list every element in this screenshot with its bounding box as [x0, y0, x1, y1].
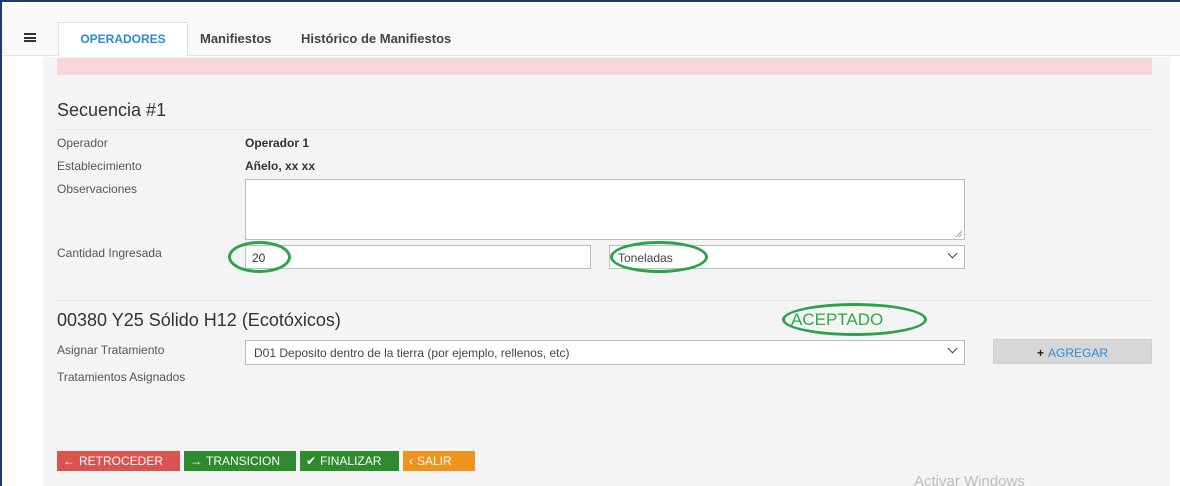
- exit-label: SALIR: [417, 454, 452, 468]
- tab-operadores[interactable]: OPERADORES: [58, 22, 188, 56]
- add-treatment-label: AGREGAR: [1048, 346, 1109, 360]
- window-left-border: [0, 0, 2, 486]
- transition-label: TRANSICION: [206, 454, 281, 468]
- assign-treatment-label: Asignar Tratamiento: [57, 343, 165, 357]
- divider: [57, 129, 1152, 130]
- hamburger-menu-icon[interactable]: [24, 33, 36, 42]
- back-label: RETROCEDER: [79, 454, 164, 468]
- transition-button[interactable]: → TRANSICION: [184, 451, 296, 471]
- window-top-border: [0, 0, 1180, 6]
- residue-title: 00380 Y25 Sólido H12 (Ecotóxicos): [57, 310, 341, 330]
- add-treatment-button[interactable]: + AGREGAR: [993, 339, 1152, 364]
- observations-textarea[interactable]: [245, 179, 965, 240]
- arrow-left-icon: ←: [63, 454, 75, 468]
- quantity-label: Cantidad Ingresada: [57, 246, 162, 260]
- tab-historico-manifiestos[interactable]: Histórico de Manifiestos: [301, 31, 451, 46]
- treatment-select-value: D01 Deposito dentro de la tierra (por ej…: [254, 346, 570, 360]
- quantity-highlight-circle: [228, 241, 291, 273]
- chevron-left-icon: ‹: [409, 454, 413, 468]
- tab-manifiestos[interactable]: Manifiestos: [200, 31, 272, 46]
- observations-label: Observaciones: [57, 182, 138, 196]
- establishment-label: Establecimiento: [57, 159, 142, 173]
- sequence-title: Secuencia #1: [57, 100, 167, 120]
- windows-activation-watermark: Activar Windows: [914, 473, 1025, 486]
- status-highlight-circle: [782, 303, 927, 336]
- divider: [57, 300, 1152, 301]
- unit-highlight-circle: [610, 241, 708, 273]
- top-navbar: OPERADORES Manifiestos Histórico de Mani…: [2, 8, 1180, 56]
- chevron-down-icon: [947, 343, 958, 354]
- arrow-right-icon: →: [190, 454, 202, 468]
- treatment-select[interactable]: D01 Deposito dentro de la tierra (por ej…: [245, 340, 965, 365]
- chevron-down-icon: [947, 248, 958, 259]
- check-icon: ✔: [306, 454, 317, 468]
- operator-label: Operador: [57, 136, 108, 150]
- finish-label: FINALIZAR: [320, 454, 382, 468]
- exit-button[interactable]: ‹ SALIR: [403, 451, 475, 471]
- finish-button[interactable]: ✔ FINALIZAR: [300, 451, 399, 471]
- quantity-input[interactable]: 20: [245, 245, 591, 269]
- back-button[interactable]: ← RETROCEDER: [57, 451, 180, 471]
- content-panel: [43, 57, 1170, 486]
- alert-banner: [57, 58, 1152, 75]
- establishment-value: Añelo, xx xx: [245, 159, 316, 173]
- plus-icon: +: [1036, 346, 1044, 360]
- assigned-treatments-label: Tratamientos Asignados: [57, 370, 186, 384]
- operator-value: Operador 1: [245, 136, 310, 150]
